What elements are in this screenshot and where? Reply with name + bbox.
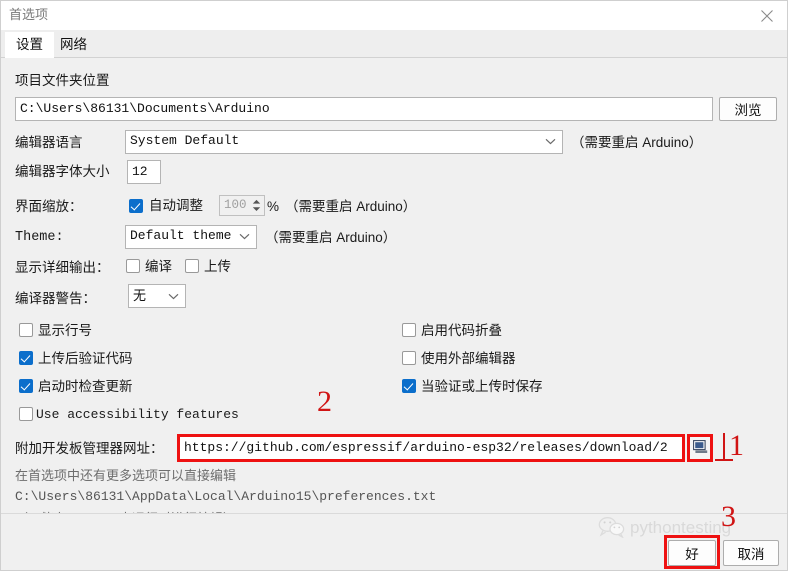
close-icon [760, 9, 774, 23]
verbose-compile-label[interactable]: 编译 [145, 259, 172, 275]
auto-scale-label[interactable]: 自动调整 [149, 198, 203, 214]
editor-language-value: System Default [130, 133, 240, 148]
show-line-numbers-checkbox[interactable] [19, 323, 33, 337]
save-on-verify-or-upload-checkbox[interactable] [402, 379, 416, 393]
tab-settings[interactable]: 设置 [5, 32, 54, 58]
board-manager-urls-label: 附加开发板管理器网址： [15, 441, 164, 456]
interface-scale-label: 界面缩放： [15, 199, 83, 214]
chevron-down-icon [239, 227, 250, 247]
sketchbook-location-input[interactable]: C:\Users\86131\Documents\Arduino [15, 97, 713, 121]
ok-button[interactable]: 好 [668, 540, 716, 566]
verify-after-upload-label[interactable]: 上传后验证代码 [38, 351, 133, 367]
interface-scale-restart-note: （需要重启 Arduino） [285, 199, 417, 214]
theme-select[interactable]: Default theme [125, 225, 257, 249]
auto-scale-checkbox[interactable] [129, 199, 143, 213]
window-title: 首选项 [9, 7, 49, 22]
accessibility-features-checkbox[interactable] [19, 407, 33, 421]
window-editor-icon [692, 439, 708, 457]
close-button[interactable] [745, 1, 787, 30]
enable-code-folding-label[interactable]: 启用代码折叠 [421, 323, 502, 339]
scale-percent-stepper[interactable]: 100 [219, 195, 265, 216]
settings-panel: 项目文件夹位置 C:\Users\86131\Documents\Arduino… [1, 58, 787, 526]
verbose-output-label: 显示详细输出： [15, 260, 110, 275]
editor-language-select[interactable]: System Default [125, 130, 563, 154]
save-on-verify-or-upload-label[interactable]: 当验证或上传时保存 [421, 379, 543, 395]
editor-language-restart-note: （需要重启 Arduino） [571, 135, 703, 150]
verbose-upload-checkbox[interactable] [185, 259, 199, 273]
board-manager-urls-edit-button[interactable] [689, 436, 711, 460]
scale-percent-unit: % [267, 199, 280, 214]
accessibility-features-label[interactable]: Use accessibility features [36, 407, 239, 423]
preferences-file-path: C:\Users\86131\AppData\Local\Arduino15\p… [15, 489, 437, 504]
theme-restart-note: （需要重启 Arduino） [265, 230, 397, 245]
verbose-compile-checkbox[interactable] [126, 259, 140, 273]
check-updates-on-startup-label[interactable]: 启动时检查更新 [38, 379, 133, 395]
title-bar: 首选项 [1, 1, 787, 30]
theme-label: Theme: [15, 230, 64, 245]
compiler-warnings-select[interactable]: 无 [128, 284, 186, 308]
use-external-editor-checkbox[interactable] [402, 351, 416, 365]
compiler-warnings-label: 编译器警告： [15, 291, 96, 306]
scale-percent-value: 100 [224, 198, 247, 212]
chevron-down-icon [545, 132, 556, 152]
editor-font-size-label: 编辑器字体大小 [15, 164, 110, 179]
browse-button[interactable]: 浏览 [719, 97, 777, 121]
theme-value: Default theme [130, 228, 232, 243]
preferences-dialog: 首选项 设置 网络 项目文件夹位置 C:\Users\86131\Documen… [0, 0, 788, 571]
cancel-button[interactable]: 取消 [723, 540, 779, 566]
enable-code-folding-checkbox[interactable] [402, 323, 416, 337]
show-line-numbers-label[interactable]: 显示行号 [38, 323, 92, 339]
check-updates-on-startup-checkbox[interactable] [19, 379, 33, 393]
compiler-warnings-value: 无 [133, 288, 147, 303]
stepper-arrows-icon[interactable] [250, 196, 263, 215]
use-external-editor-label[interactable]: 使用外部编辑器 [421, 351, 516, 367]
sketchbook-location-label: 项目文件夹位置 [15, 73, 110, 88]
dialog-footer: 好 取消 [1, 513, 787, 570]
chevron-down-icon [168, 285, 179, 307]
editor-language-label: 编辑器语言 [15, 135, 83, 150]
more-preferences-hint: 在首选项中还有更多选项可以直接编辑 [15, 468, 237, 483]
board-manager-urls-input[interactable]: https://github.com/espressif/arduino-esp… [179, 436, 683, 460]
tab-bar: 设置 网络 [1, 30, 787, 58]
verify-after-upload-checkbox[interactable] [19, 351, 33, 365]
editor-font-size-input[interactable]: 12 [127, 160, 161, 184]
tab-network[interactable]: 网络 [49, 32, 98, 58]
verbose-upload-label[interactable]: 上传 [204, 259, 231, 275]
